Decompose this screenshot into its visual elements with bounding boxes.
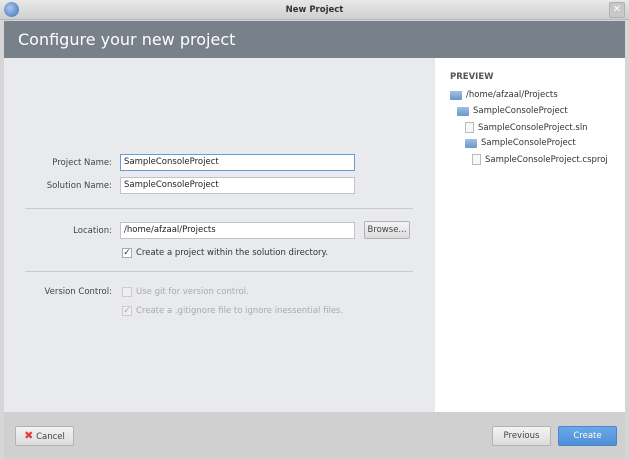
file-icon (465, 122, 474, 133)
file-icon (472, 154, 481, 165)
location-input[interactable]: /home/afzaal/Projects (120, 222, 355, 239)
cancel-icon: ✖ (24, 429, 34, 442)
folder-icon (450, 90, 462, 100)
tree-item-label: SampleConsoleProject.csproj (485, 154, 608, 165)
gitignore-label: Create a .gitignore file to ignore iness… (136, 306, 344, 316)
project-name-input[interactable]: SampleConsoleProject (120, 154, 355, 171)
page-title: Configure your new project (18, 30, 236, 49)
tree-item-label: SampleConsoleProject (481, 138, 576, 148)
cancel-button[interactable]: ✖ Cancel (15, 426, 74, 446)
tree-item: SampleConsoleProject (457, 106, 568, 116)
tree-item-label: SampleConsoleProject.sln (478, 122, 588, 133)
divider (25, 271, 413, 272)
create-button[interactable]: Create (558, 426, 617, 446)
tree-item: SampleConsoleProject.csproj (472, 154, 608, 165)
solution-name-label: Solution Name: (46, 181, 112, 191)
tree-item: /home/afzaal/Projects (450, 90, 558, 100)
location-label: Location: (73, 226, 112, 236)
solution-name-input[interactable]: SampleConsoleProject (120, 177, 355, 194)
create-in-solution-dir-label: Create a project within the solution dir… (136, 248, 329, 258)
title-bar: New Project (0, 0, 629, 20)
project-name-label: Project Name: (52, 158, 112, 168)
use-git-label: Use git for version control. (136, 287, 249, 297)
gitignore-checkbox[interactable]: ✓ (122, 306, 132, 316)
app-icon (4, 2, 19, 17)
browse-button[interactable]: Browse... (364, 221, 410, 239)
version-control-label: Version Control: (44, 287, 112, 297)
create-in-solution-dir-checkbox[interactable]: ✓ (122, 248, 132, 258)
tree-item: SampleConsoleProject (465, 138, 576, 148)
tree-item-label: SampleConsoleProject (473, 106, 568, 116)
use-git-checkbox[interactable] (122, 287, 132, 297)
preview-title: PREVIEW (450, 72, 494, 82)
divider (25, 208, 413, 209)
close-button[interactable]: ✕ (609, 2, 625, 18)
tree-item-label: /home/afzaal/Projects (466, 90, 558, 100)
window-title: New Project (285, 5, 344, 15)
previous-button[interactable]: Previous (492, 426, 551, 446)
page-header: Configure your new project (4, 21, 625, 58)
tree-item: SampleConsoleProject.sln (465, 122, 588, 133)
folder-icon (465, 138, 477, 148)
cancel-label: Cancel (36, 432, 65, 442)
folder-icon (457, 106, 469, 116)
